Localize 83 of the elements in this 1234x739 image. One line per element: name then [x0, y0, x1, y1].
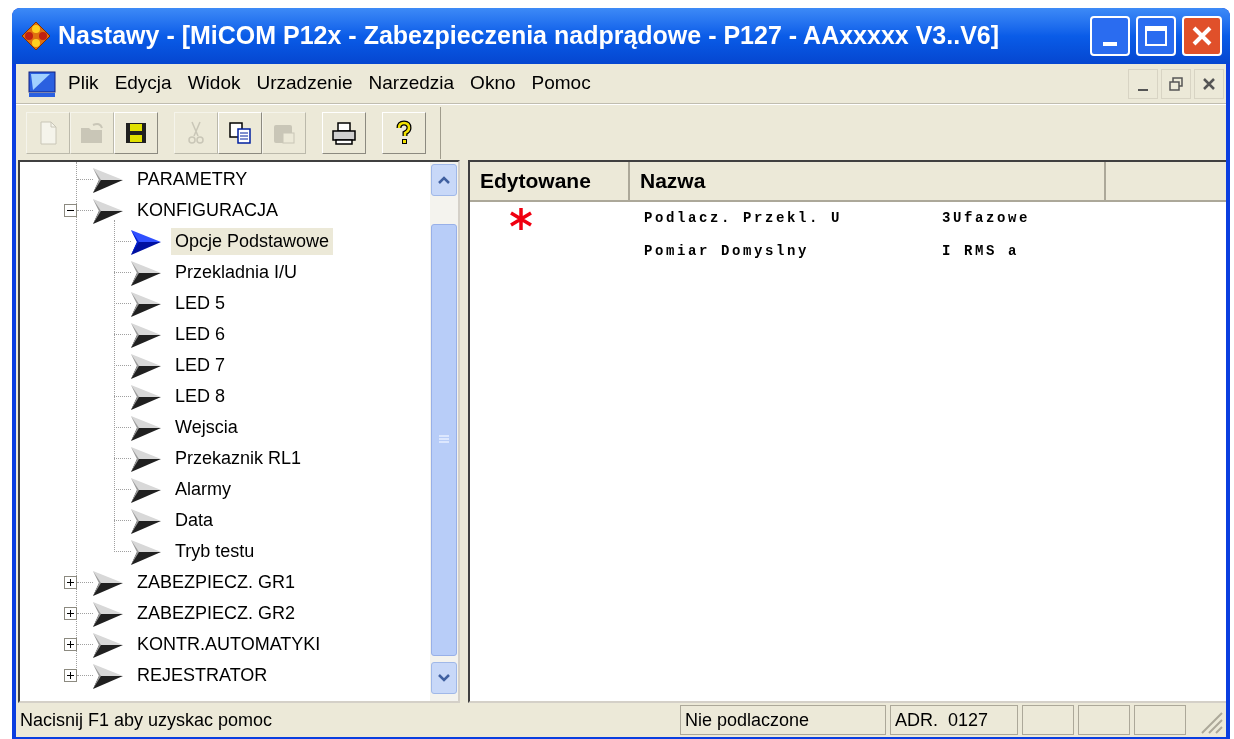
menu-item[interactable]: Edycja — [106, 69, 180, 98]
tree-item[interactable]: Alarmy — [171, 476, 235, 503]
status-pane — [1022, 705, 1074, 735]
tree-item[interactable]: Tryb testu — [171, 538, 259, 565]
status-pane: Nie podlaczone — [680, 705, 886, 735]
expand-toggle[interactable] — [64, 638, 77, 651]
expand-toggle[interactable] — [64, 669, 77, 682]
plus-icon — [66, 578, 75, 587]
status-pane — [1134, 705, 1186, 735]
arrow-icon — [93, 630, 125, 659]
table-cell-text: I RMS a — [942, 242, 1019, 261]
help-button[interactable] — [382, 111, 426, 154]
expand-toggle[interactable] — [64, 607, 77, 620]
document-icon — [28, 69, 56, 98]
restore-icon — [1169, 76, 1183, 91]
tree-item[interactable]: LED 7 — [171, 352, 230, 379]
tree-item[interactable]: PARAMETRY — [133, 166, 252, 193]
arrow-icon — [131, 382, 163, 411]
arrow-icon — [131, 475, 163, 504]
arrow-icon — [131, 351, 163, 380]
tree-item[interactable]: KONFIGURACJA — [133, 197, 282, 224]
menu-item[interactable]: Narzedzia — [360, 69, 463, 98]
window-title: Nastawy - [MiCOM P12x - Zabezpieczenia nadprądowe - P127 - AAxxxxx V3..V6] — [58, 20, 1001, 52]
tree-item[interactable]: ZABEZPIECZ. GR1 — [133, 569, 300, 596]
column-header[interactable]: Edytowane — [470, 162, 630, 202]
status-pane — [1078, 705, 1130, 735]
table-cell-text: Pomiar Domyslny — [643, 242, 811, 261]
menu-item[interactable]: Plik — [60, 69, 107, 98]
arrow-icon — [131, 506, 163, 535]
copy-button[interactable] — [218, 111, 262, 154]
menu-item[interactable]: Okno — [462, 69, 524, 98]
scroll-up-button[interactable] — [431, 164, 457, 196]
maximize-button[interactable] — [1136, 16, 1176, 56]
expand-toggle[interactable] — [64, 576, 77, 589]
chevron-down-icon — [437, 673, 451, 683]
close-icon — [1190, 24, 1214, 48]
table-cell-text: 3Ufazowe — [942, 209, 1030, 228]
arrow-icon — [93, 165, 125, 194]
menu-item[interactable]: Pomoc — [523, 69, 599, 98]
scroll-down-button[interactable] — [431, 662, 457, 694]
printer-button[interactable] — [322, 111, 366, 154]
arrow-icon — [131, 227, 163, 256]
tree-item[interactable]: Przekaznik RL1 — [171, 445, 306, 472]
chevron-up-icon — [437, 175, 451, 185]
tree-item[interactable]: Przekladnia I/U — [171, 259, 302, 286]
table-cell-text: Podlacz. Przekl. U — [643, 209, 844, 228]
floppy-disk-button[interactable] — [114, 111, 158, 154]
tree-item[interactable]: Opcje Podstawowe — [171, 228, 334, 255]
scroll-thumb[interactable] — [431, 224, 457, 656]
arrow-icon — [131, 537, 163, 566]
scrollbar[interactable] — [430, 162, 458, 701]
close-button[interactable] — [1194, 68, 1224, 99]
tree-item[interactable]: ZABEZPIECZ. GR2 — [133, 600, 300, 627]
tree-item[interactable]: KONTR.AUTOMATYKI — [133, 631, 325, 658]
arrow-icon — [131, 258, 163, 287]
tree-item[interactable]: LED 5 — [171, 290, 230, 317]
tree-item[interactable]: Wejscia — [171, 414, 242, 441]
plus-icon — [66, 671, 75, 680]
arrow-icon — [131, 320, 163, 349]
plus-icon — [66, 609, 75, 618]
arrow-icon — [93, 196, 125, 225]
arrow-icon — [131, 289, 163, 318]
status-message: Nacisnij F1 aby uzyskac pomoc — [19, 708, 274, 732]
close-icon — [1202, 76, 1216, 91]
app-icon — [20, 20, 52, 52]
arrow-icon — [93, 661, 125, 690]
grip-icon — [439, 435, 449, 445]
minimize-button[interactable] — [1128, 68, 1158, 99]
tree-item[interactable]: REJESTRATOR — [133, 662, 272, 689]
plus-icon — [66, 640, 75, 649]
arrow-icon — [131, 413, 163, 442]
arrow-icon — [93, 599, 125, 628]
tree-item[interactable]: Data — [171, 507, 218, 534]
collapse-toggle[interactable] — [64, 204, 77, 217]
menu-item[interactable]: Widok — [179, 69, 249, 98]
menu-item[interactable]: Urzadzenie — [248, 69, 361, 98]
column-header[interactable]: Nazwa — [630, 162, 1106, 202]
arrow-icon — [93, 568, 125, 597]
tree-item[interactable]: LED 8 — [171, 383, 230, 410]
arrow-icon — [131, 444, 163, 473]
restore-button[interactable] — [1161, 68, 1191, 99]
tree-item[interactable]: LED 6 — [171, 321, 230, 348]
status-pane: ADR. 0127 — [890, 705, 1018, 735]
